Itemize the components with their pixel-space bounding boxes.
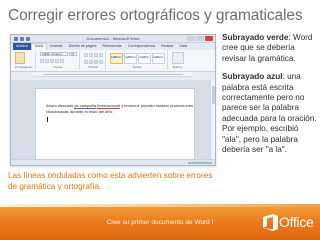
editing-group-label: Edición (172, 65, 183, 69)
tab-diseno-pagina[interactable]: Diseño de página (66, 43, 100, 50)
indent-button[interactable] (93, 53, 98, 57)
maximize-button[interactable] (196, 36, 204, 41)
style-heading-1[interactable]: AaBbC (137, 53, 151, 64)
editing-group: Edición (170, 51, 186, 70)
word-titlebar: Documento1 - Microsoft Word (11, 35, 215, 43)
blue-underline-term: Subrayado azul (222, 72, 283, 82)
paragraph-group-label: Párrafo (88, 65, 99, 69)
blue-underline-text: : una palabra está escrita correctamente… (222, 72, 317, 155)
window-controls (187, 36, 213, 41)
document-text: Ahora deseado (46, 103, 75, 108)
explanation-panel: Subrayado verde: Word cree que se deberí… (222, 33, 318, 163)
word-window-title: Documento1 - Microsoft Word (86, 36, 140, 41)
slide-title: Corregir errores ortográficos y gramatic… (8, 7, 303, 24)
bold-button[interactable] (39, 59, 44, 63)
document-line-1: Ahora deseado ya campaña Internacional y… (46, 103, 193, 109)
italic-button[interactable] (44, 59, 49, 63)
change-styles-button[interactable] (171, 52, 184, 64)
font-group-label: Fuente (53, 65, 63, 69)
blue-underline-explanation: Subrayado azul: una palabra está escrita… (222, 72, 318, 155)
ribbon-tabs: Archivo Inicio Insertar Diseño de página… (11, 43, 215, 50)
font-name-select[interactable]: Calibri (Cuerpo) (39, 52, 68, 56)
tab-correspondencia[interactable]: Correspondencia (125, 43, 158, 50)
document-line-2: relacionadas durante el resto del año. (46, 109, 113, 114)
numbering-button[interactable] (88, 53, 93, 57)
underline-button[interactable] (49, 59, 54, 63)
office-logo-icon (263, 214, 278, 231)
green-underline-term: Subrayado verde (222, 33, 289, 42)
sort-button[interactable] (98, 53, 103, 57)
styles-group-label: Estilos (132, 65, 142, 69)
scrollbar-thumb[interactable] (212, 86, 215, 104)
tab-revisar[interactable]: Revisar (158, 43, 176, 50)
office-logo: Office (262, 211, 318, 235)
document-area: Ahora deseado ya campaña Internacional y… (11, 80, 215, 165)
align-left-button[interactable] (83, 59, 88, 64)
document-text: y tenemos previsto realizar promociones (120, 103, 193, 108)
zoom-slider[interactable] (188, 162, 212, 164)
style-no-spacing[interactable]: AaBbCcDc (123, 53, 137, 64)
clipboard-group-label: Portapapeles (15, 65, 33, 69)
vertical-scrollbar[interactable] (210, 80, 215, 159)
tab-referencias[interactable]: Referencias (100, 43, 125, 50)
style-normal[interactable]: AaBbCcDc (109, 53, 123, 64)
minimize-button[interactable] (187, 36, 195, 41)
horizontal-ruler (33, 72, 193, 77)
font-color-button[interactable] (59, 59, 64, 63)
align-center-button[interactable] (88, 59, 93, 64)
word-window-screenshot: Documento1 - Microsoft Word Archivo Inic… (10, 34, 216, 166)
clipboard-group: Portapapeles (13, 51, 36, 70)
text-cursor (47, 117, 48, 122)
paragraph-buttons-row1 (83, 53, 103, 57)
office-logo-text: Office (279, 214, 314, 230)
tab-archivo[interactable]: Archivo (13, 43, 31, 50)
align-right-button[interactable] (93, 59, 98, 64)
font-group: Calibri (Cuerpo) 11 Fuente (38, 51, 80, 70)
ribbon: Portapapeles Calibri (Cuerpo) 11 Fuente … (11, 50, 215, 72)
styles-gallery: AaBbCcDc AaBbCcDc AaBbC AaBbCc (109, 53, 165, 64)
styles-group: AaBbCcDc AaBbCcDc AaBbC AaBbCc Estilos (108, 51, 168, 70)
bullets-button[interactable] (83, 53, 88, 57)
document-page[interactable]: Ahora deseado ya campaña Internacional y… (35, 88, 195, 165)
justify-button[interactable] (98, 59, 103, 64)
tab-vista[interactable]: Vista (176, 43, 190, 50)
font-format-buttons (39, 59, 77, 63)
slide-caption: Las líneas onduladas como esta advierten… (8, 171, 213, 191)
green-underline-explanation: Subrayado verde: Word cree que se deberí… (222, 33, 318, 64)
font-size-select[interactable]: 11 (68, 52, 77, 56)
close-button[interactable] (205, 36, 213, 41)
paragraph-buttons-row2 (83, 59, 103, 64)
style-heading-2[interactable]: AaBbCc (151, 53, 165, 64)
strikethrough-button[interactable] (54, 59, 59, 63)
paste-button[interactable] (15, 52, 25, 64)
word-statusbar (11, 159, 215, 165)
tab-insertar[interactable]: Insertar (47, 43, 65, 50)
paragraph-group: Párrafo (82, 51, 106, 70)
tab-inicio[interactable]: Inicio (30, 43, 48, 50)
